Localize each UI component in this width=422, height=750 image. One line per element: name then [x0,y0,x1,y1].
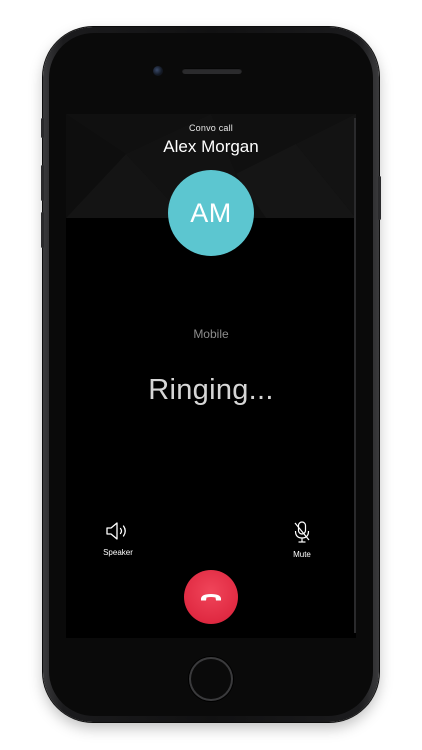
screen-edge [354,118,356,633]
microphone-muted-icon [294,521,310,543]
end-call-button[interactable] [184,570,238,624]
earpiece-speaker [182,68,242,74]
front-camera [153,66,163,76]
power-button [378,176,381,220]
speaker-icon [106,522,126,540]
mute-label: Mute [293,550,311,559]
avatar: AM [168,170,254,256]
avatar-initials: AM [190,197,232,228]
call-screen: Convo call Alex Morgan AM Mobile Ringing… [66,114,356,638]
home-button[interactable] [189,657,233,701]
volume-down-button [41,212,44,248]
stage: Convo call Alex Morgan AM Mobile Ringing… [0,0,422,750]
contact-name: Alex Morgan [163,137,259,156]
hang-up-icon [201,594,221,601]
speaker-button[interactable]: Speaker [88,520,148,557]
speaker-label: Speaker [103,548,133,557]
call-type-label: Convo call [188,123,234,133]
phone-type-label: Mobile [193,327,229,341]
volume-up-button [41,165,44,201]
mute-switch [41,118,44,138]
mute-button[interactable]: Mute [272,520,332,559]
call-status: Ringing... [148,374,274,406]
